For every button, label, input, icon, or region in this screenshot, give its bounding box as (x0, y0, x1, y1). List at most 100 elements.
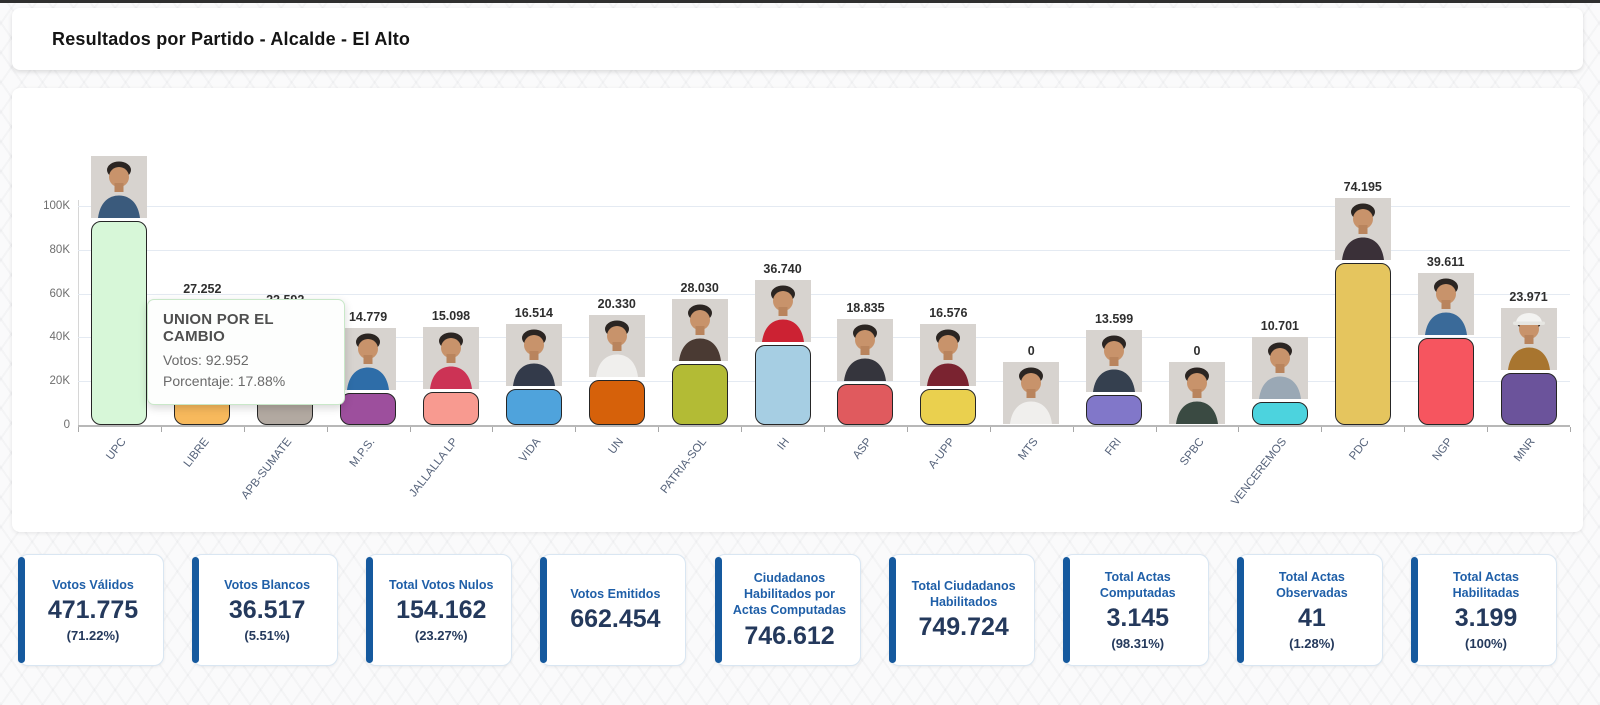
stat-card-1[interactable]: Votos Blancos 36.517 (5.51%) (192, 554, 338, 666)
stat-card-5[interactable]: Total Ciudadanos Habilitados 749.724 (889, 554, 1035, 666)
x-axis-label: IH (775, 436, 792, 452)
bar-column-ASP: 18.835 (824, 88, 907, 425)
bar-value-label: 27.252 (183, 282, 221, 297)
x-axis-tick (1404, 427, 1405, 432)
stat-card-4[interactable]: Ciudadanos Habilitados por Actas Computa… (715, 554, 861, 666)
x-axis-tick (575, 427, 576, 432)
tooltip-percentage: Porcentaje: 17.88% (163, 371, 329, 392)
stat-card-accent (1063, 557, 1070, 663)
candidate-photo-PDC (1335, 198, 1391, 260)
stat-card-accent (715, 557, 722, 663)
bar-column-VENCEREMOS: 10.701 (1238, 88, 1321, 425)
stat-card-accent (889, 557, 896, 663)
candidate-photo-MTS (1003, 362, 1059, 424)
bar-value-label: 23.971 (1509, 290, 1547, 305)
bar-IH[interactable] (755, 345, 811, 425)
y-axis-tick-label: 20K (20, 374, 70, 388)
candidate-photo-VIDA (506, 324, 562, 386)
candidate-photo-UPC (91, 156, 147, 218)
x-axis-label: UPC (104, 436, 128, 463)
page-title: Resultados por Partido - Alcalde - El Al… (52, 29, 410, 50)
x-axis-label: MNR (1512, 436, 1538, 464)
candidate-photo-A-UPP (920, 324, 976, 386)
bar-A-UPP[interactable] (920, 389, 976, 425)
x-axis-label: VENCEREMOS (1230, 436, 1290, 508)
stat-card-accent (540, 557, 547, 663)
stat-card-value: 36.517 (229, 596, 305, 625)
stat-card-label: Total Ciudadanos Habilitados (904, 578, 1024, 611)
stat-card-label: Votos Emitidos (570, 586, 660, 602)
bar-MNR[interactable] (1501, 373, 1557, 425)
bar-UN[interactable] (589, 380, 645, 425)
bar-PATRIA-SOL[interactable] (672, 364, 728, 425)
bar-column-VIDA: 16.514 (492, 88, 575, 425)
x-axis-tick (741, 427, 742, 432)
x-axis-label: PATRIA-SOL (659, 436, 710, 496)
chart-tooltip: UNION POR EL CAMBIO Votos: 92.952 Porcen… (147, 299, 345, 405)
bar-UPC[interactable] (91, 221, 147, 425)
candidate-photo-NGP (1418, 273, 1474, 335)
bar-VIDA[interactable] (506, 389, 562, 425)
stat-card-value: 3.199 (1455, 604, 1518, 633)
x-axis-tick (1238, 427, 1239, 432)
candidate-photo-M.P.S. (340, 328, 396, 390)
x-axis-tick (161, 427, 162, 432)
window-top-edge (0, 0, 1600, 3)
bar-VENCEREMOS[interactable] (1252, 402, 1308, 425)
bar-JALLALLA LP[interactable] (423, 392, 479, 425)
candidate-photo-MNR (1501, 308, 1557, 370)
x-axis-tick (990, 427, 991, 432)
stat-card-label: Total Actas Observadas (1252, 569, 1372, 602)
candidate-photo-ASP (837, 319, 893, 381)
stat-card-0[interactable]: Votos Válidos 471.775 (71.22%) (18, 554, 164, 666)
bar-column-SPBC: 0 (1156, 88, 1239, 425)
stat-card-label: Ciudadanos Habilitados por Actas Computa… (730, 570, 850, 619)
bar-column-A-UPP: 16.576 (907, 88, 990, 425)
stat-card-percent: (5.51%) (244, 628, 290, 643)
tooltip-party-name: UNION POR EL CAMBIO (163, 311, 329, 345)
bar-PDC[interactable] (1335, 263, 1391, 425)
bar-M.P.S.[interactable] (340, 393, 396, 425)
stat-card-percent: (100%) (1465, 636, 1507, 651)
x-axis-label: A-UPP (927, 436, 958, 471)
x-axis-tick (1321, 427, 1322, 432)
x-axis-label: JALLALLA LP (407, 436, 460, 499)
bar-column-NGP: 39.611 (1404, 88, 1487, 425)
x-axis-tick (907, 427, 908, 432)
stat-card-8[interactable]: Total Actas Habilitadas 3.199 (100%) (1411, 554, 1557, 666)
stat-card-percent: (71.22%) (67, 628, 120, 643)
bar-value-label: 18.835 (846, 301, 884, 316)
y-axis-tick-label: 60K (20, 287, 70, 301)
bar-NGP[interactable] (1418, 338, 1474, 425)
x-axis-label: LIBRE (182, 436, 212, 470)
bar-value-label: 0 (1028, 344, 1035, 359)
bar-value-label: 36.740 (763, 262, 801, 277)
stat-card-value: 471.775 (48, 596, 138, 625)
bar-value-label: 13.599 (1095, 312, 1133, 327)
x-axis-tick (824, 427, 825, 432)
stat-card-3[interactable]: Votos Emitidos 662.454 (540, 554, 686, 666)
stat-card-value: 154.162 (396, 596, 486, 625)
x-axis-label: ASP (851, 436, 875, 462)
x-axis-label: PDC (1348, 436, 1372, 463)
bar-column-MNR: 23.971 (1487, 88, 1570, 425)
bar-column-UN: 20.330 (575, 88, 658, 425)
x-axis-label: MTS (1016, 436, 1040, 463)
stat-card-2[interactable]: Total Votos Nulos 154.162 (23.27%) (366, 554, 512, 666)
bar-column-JALLALLA LP: 15.098 (410, 88, 493, 425)
x-axis-label: M.P.S. (348, 436, 378, 469)
stat-card-6[interactable]: Total Actas Computadas 3.145 (98.31%) (1063, 554, 1209, 666)
x-axis-tick (1073, 427, 1074, 432)
bar-value-label: 39.611 (1427, 255, 1465, 270)
bar-value-label: 16.576 (929, 306, 967, 321)
bar-column-FRI: 13.599 (1073, 88, 1156, 425)
bar-FRI[interactable] (1086, 395, 1142, 425)
x-axis-label: UN (607, 436, 627, 456)
stat-card-value: 3.145 (1106, 604, 1169, 633)
stat-card-label: Total Actas Computadas (1078, 569, 1198, 602)
stat-card-7[interactable]: Total Actas Observadas 41 (1.28%) (1237, 554, 1383, 666)
x-axis-label: NGP (1430, 436, 1455, 463)
bar-ASP[interactable] (837, 384, 893, 425)
x-axis-label: SPBC (1178, 436, 1207, 468)
stat-card-label: Votos Válidos (52, 577, 134, 593)
